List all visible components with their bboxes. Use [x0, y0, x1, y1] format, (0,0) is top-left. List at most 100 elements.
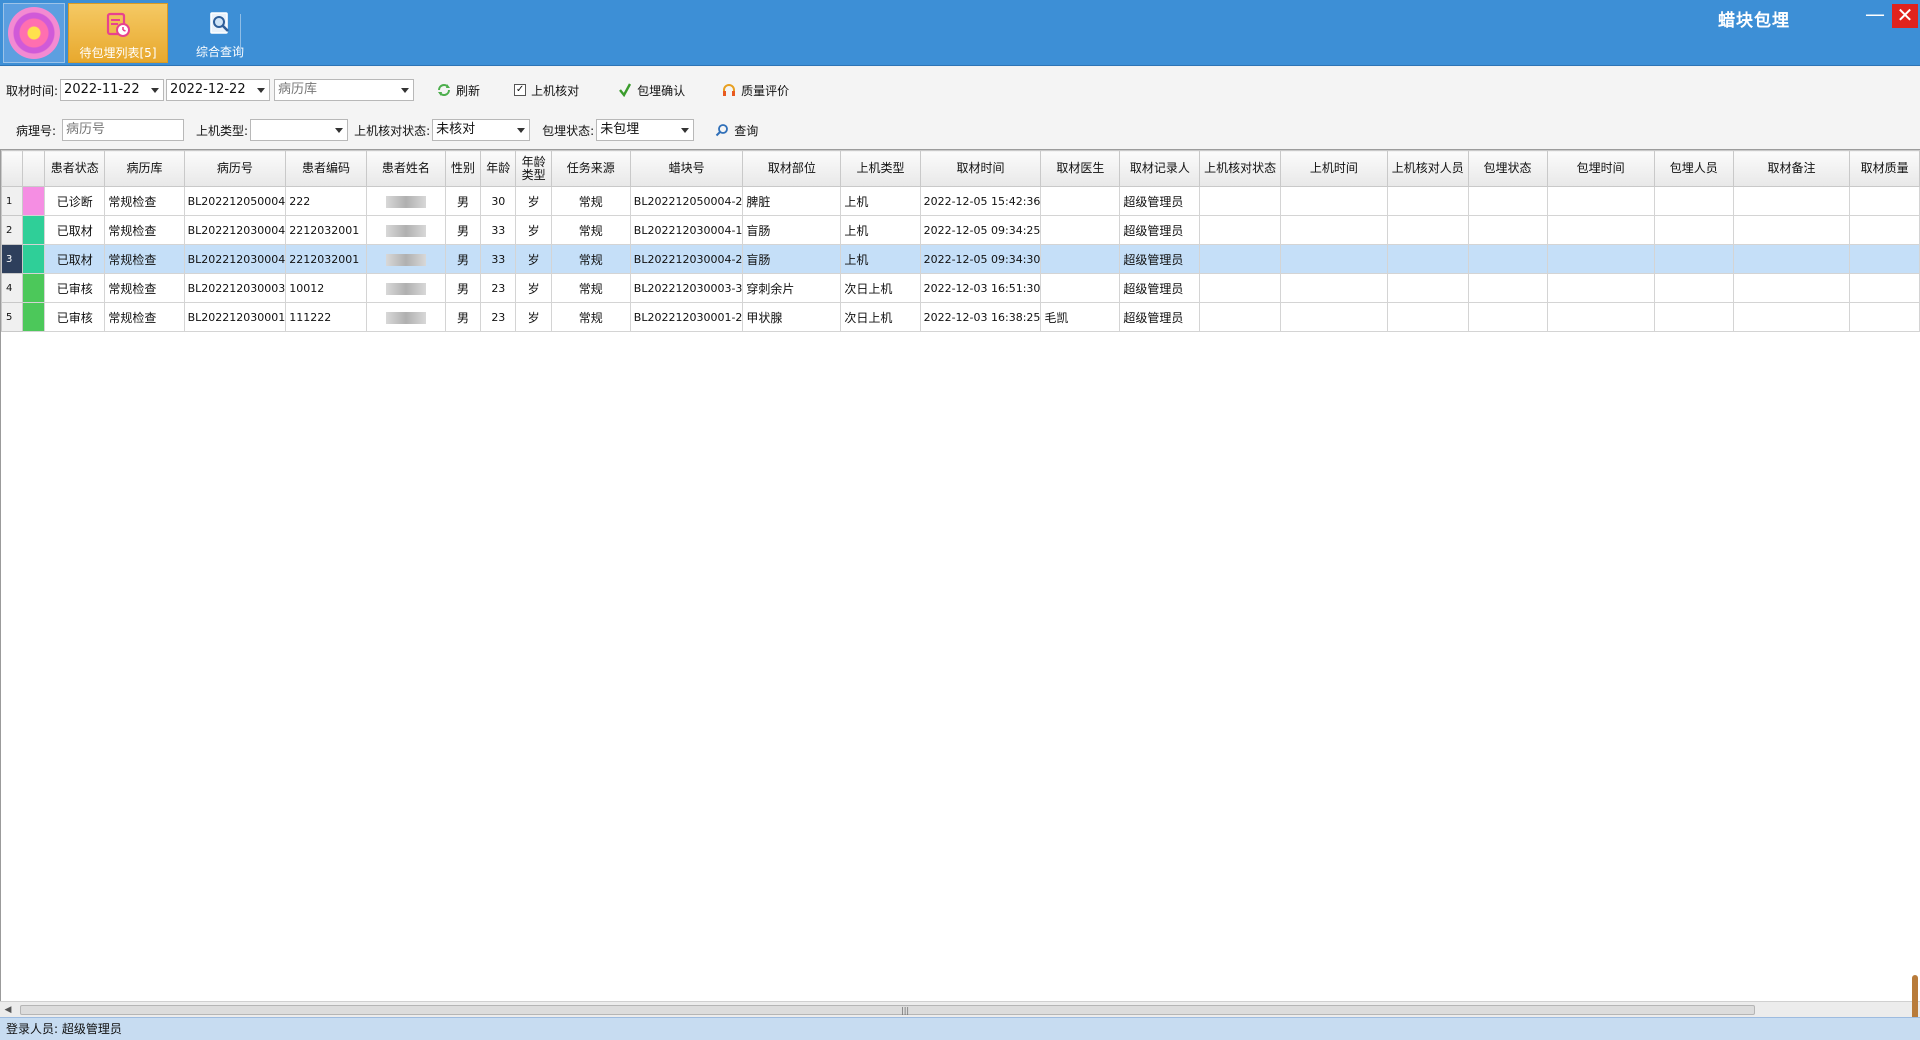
empty-cell[interactable] — [1279, 215, 1389, 245]
cell-age-type[interactable]: 岁 — [515, 273, 552, 303]
cell-sex[interactable]: 男 — [444, 244, 482, 274]
empty-cell[interactable] — [1849, 302, 1920, 332]
cell-sample-time[interactable]: 2022-12-05 09:34:30 — [919, 244, 1042, 274]
cell-doctor[interactable] — [1040, 244, 1121, 274]
empty-cell[interactable] — [1732, 273, 1851, 303]
cell-sex[interactable]: 男 — [444, 186, 482, 216]
date-to-picker[interactable]: 2022-12-22 — [166, 79, 271, 101]
column-header[interactable]: 性别 — [444, 150, 482, 187]
row-number-cell[interactable]: 5 — [1, 302, 24, 332]
empty-cell[interactable] — [1467, 186, 1548, 216]
refresh-button[interactable]: 刷新 — [436, 82, 480, 99]
cell-patient-code[interactable]: 222 — [285, 186, 367, 216]
empty-cell[interactable] — [1387, 302, 1469, 332]
empty-cell[interactable] — [1199, 273, 1281, 303]
empty-cell[interactable] — [1546, 244, 1655, 274]
column-header[interactable]: 患者编码 — [285, 150, 367, 187]
empty-cell[interactable] — [1653, 244, 1734, 274]
cell-age-type[interactable]: 岁 — [515, 302, 552, 332]
cell-status[interactable]: 已审核 — [44, 273, 106, 303]
cell-patient-code[interactable]: 111222 — [285, 302, 367, 332]
machine-type-select[interactable] — [250, 119, 349, 141]
column-header[interactable]: 取材时间 — [919, 150, 1042, 187]
nav-pending-embed-list-button[interactable]: 待包埋列表[5] — [68, 3, 168, 63]
cell-doctor[interactable]: 毛凯 — [1040, 302, 1121, 332]
row-number-cell[interactable]: 1 — [1, 186, 24, 216]
cell-doctor[interactable] — [1040, 186, 1121, 216]
empty-cell[interactable] — [1387, 244, 1469, 274]
cell-db[interactable]: 常规检查 — [104, 186, 185, 216]
empty-cell[interactable] — [1387, 215, 1469, 245]
cell-block-no[interactable]: BL202212030004-1 — [629, 215, 744, 245]
cell-recorder[interactable]: 超级管理员 — [1119, 186, 1201, 216]
empty-cell[interactable] — [1849, 273, 1920, 303]
table-row[interactable]: 5 已审核 常规检查 BL202212030001 111222 男 23 岁常规 BL2022… — [1, 302, 1920, 332]
empty-cell[interactable] — [1849, 215, 1920, 245]
cell-age-type[interactable]: 岁 — [515, 215, 552, 245]
row-number-cell[interactable]: 2 — [1, 215, 24, 245]
empty-cell[interactable] — [1279, 244, 1389, 274]
empty-cell[interactable] — [1199, 244, 1281, 274]
column-header[interactable]: 取材医生 — [1040, 150, 1121, 187]
cell-site[interactable]: 甲状腺 — [742, 302, 842, 332]
scroll-left-icon[interactable]: ◀ — [2, 1004, 14, 1016]
cell-site[interactable]: 穿刺余片 — [742, 273, 842, 303]
cell-source[interactable]: 常规 — [550, 186, 631, 216]
cell-record-no[interactable]: BL202212030004 — [183, 215, 287, 245]
cell-patient-code[interactable]: 2212032001 — [285, 244, 367, 274]
cell-age[interactable]: 30 — [480, 186, 517, 216]
cell-age-type[interactable]: 岁 — [515, 186, 552, 216]
horizontal-scrollbar[interactable]: ◀ ||| — [0, 1001, 1920, 1017]
empty-cell[interactable] — [1546, 215, 1655, 245]
cell-recorder[interactable]: 超级管理员 — [1119, 302, 1201, 332]
cell-block-no[interactable]: BL202212050004-2 — [629, 186, 744, 216]
cell-record-no[interactable]: BL202212050004 — [183, 186, 287, 216]
patient-name-cell-redacted[interactable] — [365, 302, 446, 332]
embed-status-select[interactable]: 未包埋 — [596, 119, 695, 141]
record-db-select[interactable]: 病历库 — [274, 79, 415, 101]
empty-cell[interactable] — [1653, 273, 1734, 303]
close-button[interactable]: ✕ — [1892, 4, 1918, 28]
table-row[interactable]: 4 已审核 常规检查 BL202212030003 10012 男 23 岁常规 BL20221… — [1, 273, 1920, 303]
empty-cell[interactable] — [1546, 186, 1655, 216]
cell-age[interactable]: 23 — [480, 273, 517, 303]
empty-cell[interactable] — [1467, 215, 1548, 245]
cell-machine-type[interactable]: 次日上机 — [840, 302, 921, 332]
cell-status[interactable]: 已诊断 — [44, 186, 106, 216]
row-number-cell[interactable]: 3 — [1, 244, 24, 274]
empty-cell[interactable] — [1546, 273, 1655, 303]
quality-evaluation-button[interactable]: 质量评价 — [721, 82, 789, 99]
empty-cell[interactable] — [1653, 302, 1734, 332]
cell-block-no[interactable]: BL202212030004-2 — [629, 244, 744, 274]
patient-name-cell-redacted[interactable] — [365, 186, 446, 216]
cell-sample-time[interactable]: 2022-12-03 16:38:25 — [919, 302, 1042, 332]
column-header[interactable]: 上机核对人员 — [1387, 150, 1469, 187]
empty-cell[interactable] — [1279, 186, 1389, 216]
cell-block-no[interactable]: BL202212030001-2 — [629, 302, 744, 332]
cell-patient-code[interactable]: 10012 — [285, 273, 367, 303]
cell-site[interactable]: 盲肠 — [742, 215, 842, 245]
empty-cell[interactable] — [1546, 302, 1655, 332]
cell-sample-time[interactable]: 2022-12-05 15:42:36 — [919, 186, 1042, 216]
check-status-select[interactable]: 未核对 — [432, 119, 531, 141]
cell-record-no[interactable]: BL202212030003 — [183, 273, 287, 303]
minimize-button[interactable]: — — [1864, 4, 1886, 28]
cell-source[interactable]: 常规 — [550, 273, 631, 303]
column-header[interactable]: 上机核对状态 — [1199, 150, 1281, 187]
cell-age[interactable]: 33 — [480, 215, 517, 245]
column-header[interactable]: 包埋时间 — [1546, 150, 1655, 187]
column-header[interactable]: 患者姓名 — [365, 150, 446, 187]
cell-status[interactable]: 已取材 — [44, 244, 106, 274]
table-row[interactable]: 3 已取材 常规检查 BL202212030004 2212032001 男 33 岁常规 BL… — [1, 244, 1920, 274]
empty-cell[interactable] — [1279, 302, 1389, 332]
empty-cell[interactable] — [1199, 302, 1281, 332]
cell-source[interactable]: 常规 — [550, 244, 631, 274]
empty-cell[interactable] — [1467, 244, 1548, 274]
empty-cell[interactable] — [1467, 273, 1548, 303]
nav-comprehensive-query-button[interactable]: 综合查询 — [170, 3, 270, 63]
cell-site[interactable]: 脾脏 — [742, 186, 842, 216]
empty-cell[interactable] — [1387, 186, 1469, 216]
patient-name-cell-redacted[interactable] — [365, 215, 446, 245]
column-header[interactable]: 年龄 — [480, 150, 517, 187]
cell-site[interactable]: 盲肠 — [742, 244, 842, 274]
